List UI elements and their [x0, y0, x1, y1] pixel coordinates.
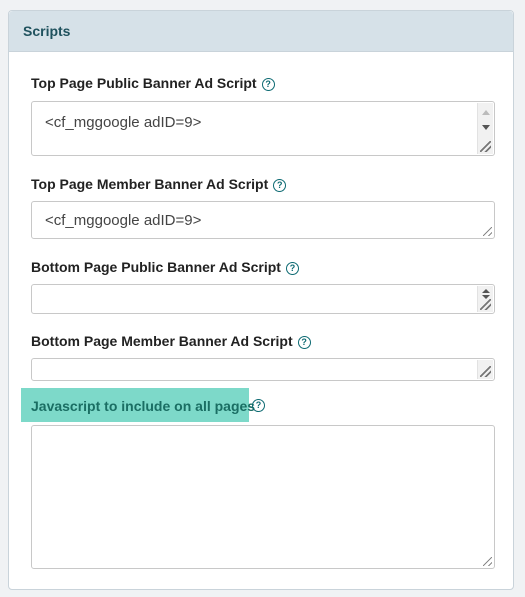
textarea-scrollbar[interactable]: [477, 360, 493, 379]
textarea-scrollbar[interactable]: [477, 103, 493, 154]
scroll-up-arrow-icon[interactable]: [482, 289, 490, 293]
top-public-banner-label: Top Page Public Banner Ad Script?: [31, 75, 275, 91]
resize-grip-icon[interactable]: [480, 299, 491, 310]
scripts-panel: Scripts Top Page Public Banner Ad Script…: [8, 10, 514, 590]
textarea-value: <cf_mggoogle adID=9>: [45, 212, 202, 229]
javascript-all-pages-textarea[interactable]: [31, 425, 495, 569]
top-member-banner-textarea[interactable]: <cf_mggoogle adID=9>: [31, 201, 495, 239]
javascript-all-pages-label: Javascript to include on all pages?: [21, 388, 265, 422]
help-icon[interactable]: ?: [273, 179, 287, 192]
panel-title: Scripts: [23, 23, 71, 39]
textarea-scrollbar[interactable]: [477, 286, 493, 312]
help-icon[interactable]: ?: [297, 336, 311, 349]
bottom-member-banner-textarea[interactable]: [31, 358, 495, 381]
help-icon[interactable]: ?: [285, 262, 299, 275]
top-public-banner-textarea[interactable]: <cf_mggoogle adID=9>: [31, 101, 495, 156]
resize-grip-icon[interactable]: [480, 141, 491, 152]
field-label-text: Top Page Public Banner Ad Script: [31, 75, 257, 91]
bottom-member-banner-label: Bottom Page Member Banner Ad Script?: [31, 333, 311, 349]
bottom-public-banner-label: Bottom Page Public Banner Ad Script?: [31, 259, 299, 275]
bottom-public-banner-textarea[interactable]: [31, 284, 495, 314]
scroll-up-arrow-icon[interactable]: [482, 110, 490, 115]
top-member-banner-label: Top Page Member Banner Ad Script?: [31, 176, 287, 192]
field-label-text: Javascript to include on all pages: [31, 398, 256, 414]
resize-grip-icon[interactable]: [480, 366, 491, 377]
resize-grip-icon[interactable]: [483, 557, 492, 566]
help-icon[interactable]: ?: [252, 399, 265, 412]
textarea-value: <cf_mggoogle adID=9>: [45, 114, 202, 131]
scroll-down-arrow-icon[interactable]: [482, 125, 490, 130]
field-label-text: Bottom Page Member Banner Ad Script: [31, 333, 293, 349]
panel-header: Scripts: [9, 11, 513, 52]
field-label-text: Top Page Member Banner Ad Script: [31, 176, 269, 192]
help-icon[interactable]: ?: [261, 78, 275, 91]
resize-grip-icon[interactable]: [483, 227, 492, 236]
field-label-text: Bottom Page Public Banner Ad Script: [31, 259, 281, 275]
